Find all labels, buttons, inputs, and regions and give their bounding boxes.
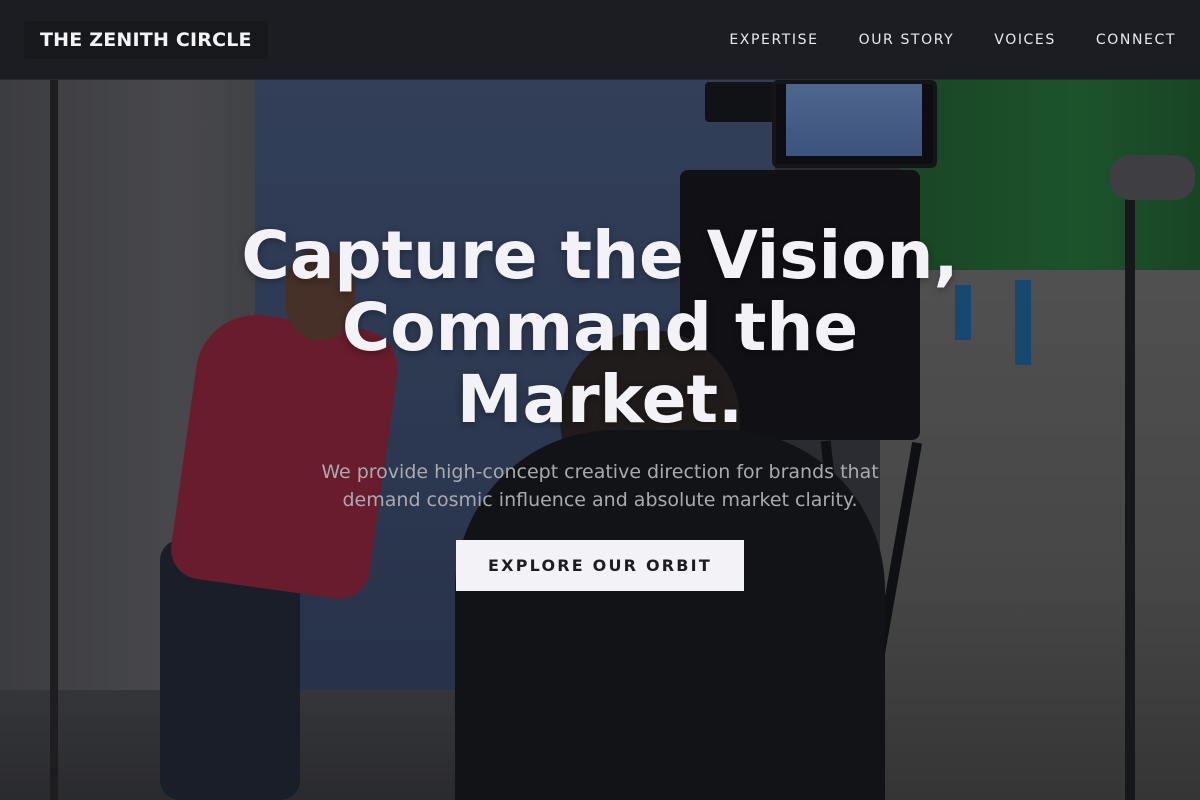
hero-subtitle: We provide high-concept creative directi… xyxy=(321,461,879,511)
site-header: THE ZENITH CIRCLE EXPERTISE OUR STORY VO… xyxy=(0,0,1200,80)
main-nav: EXPERTISE OUR STORY VOICES CONNECT xyxy=(689,32,1176,48)
hero-section: Capture the Vision, Command the Market. … xyxy=(0,220,1200,591)
nav-link-our-story[interactable]: OUR STORY xyxy=(859,32,955,48)
nav-link-connect[interactable]: CONNECT xyxy=(1096,32,1176,48)
explore-orbit-button[interactable]: EXPLORE OUR ORBIT xyxy=(456,540,744,591)
hero-title: Capture the Vision, Command the Market. xyxy=(241,217,959,438)
site-logo[interactable]: THE ZENITH CIRCLE xyxy=(24,20,268,59)
nav-link-expertise[interactable]: EXPERTISE xyxy=(729,32,818,48)
nav-link-voices[interactable]: VOICES xyxy=(994,32,1056,48)
